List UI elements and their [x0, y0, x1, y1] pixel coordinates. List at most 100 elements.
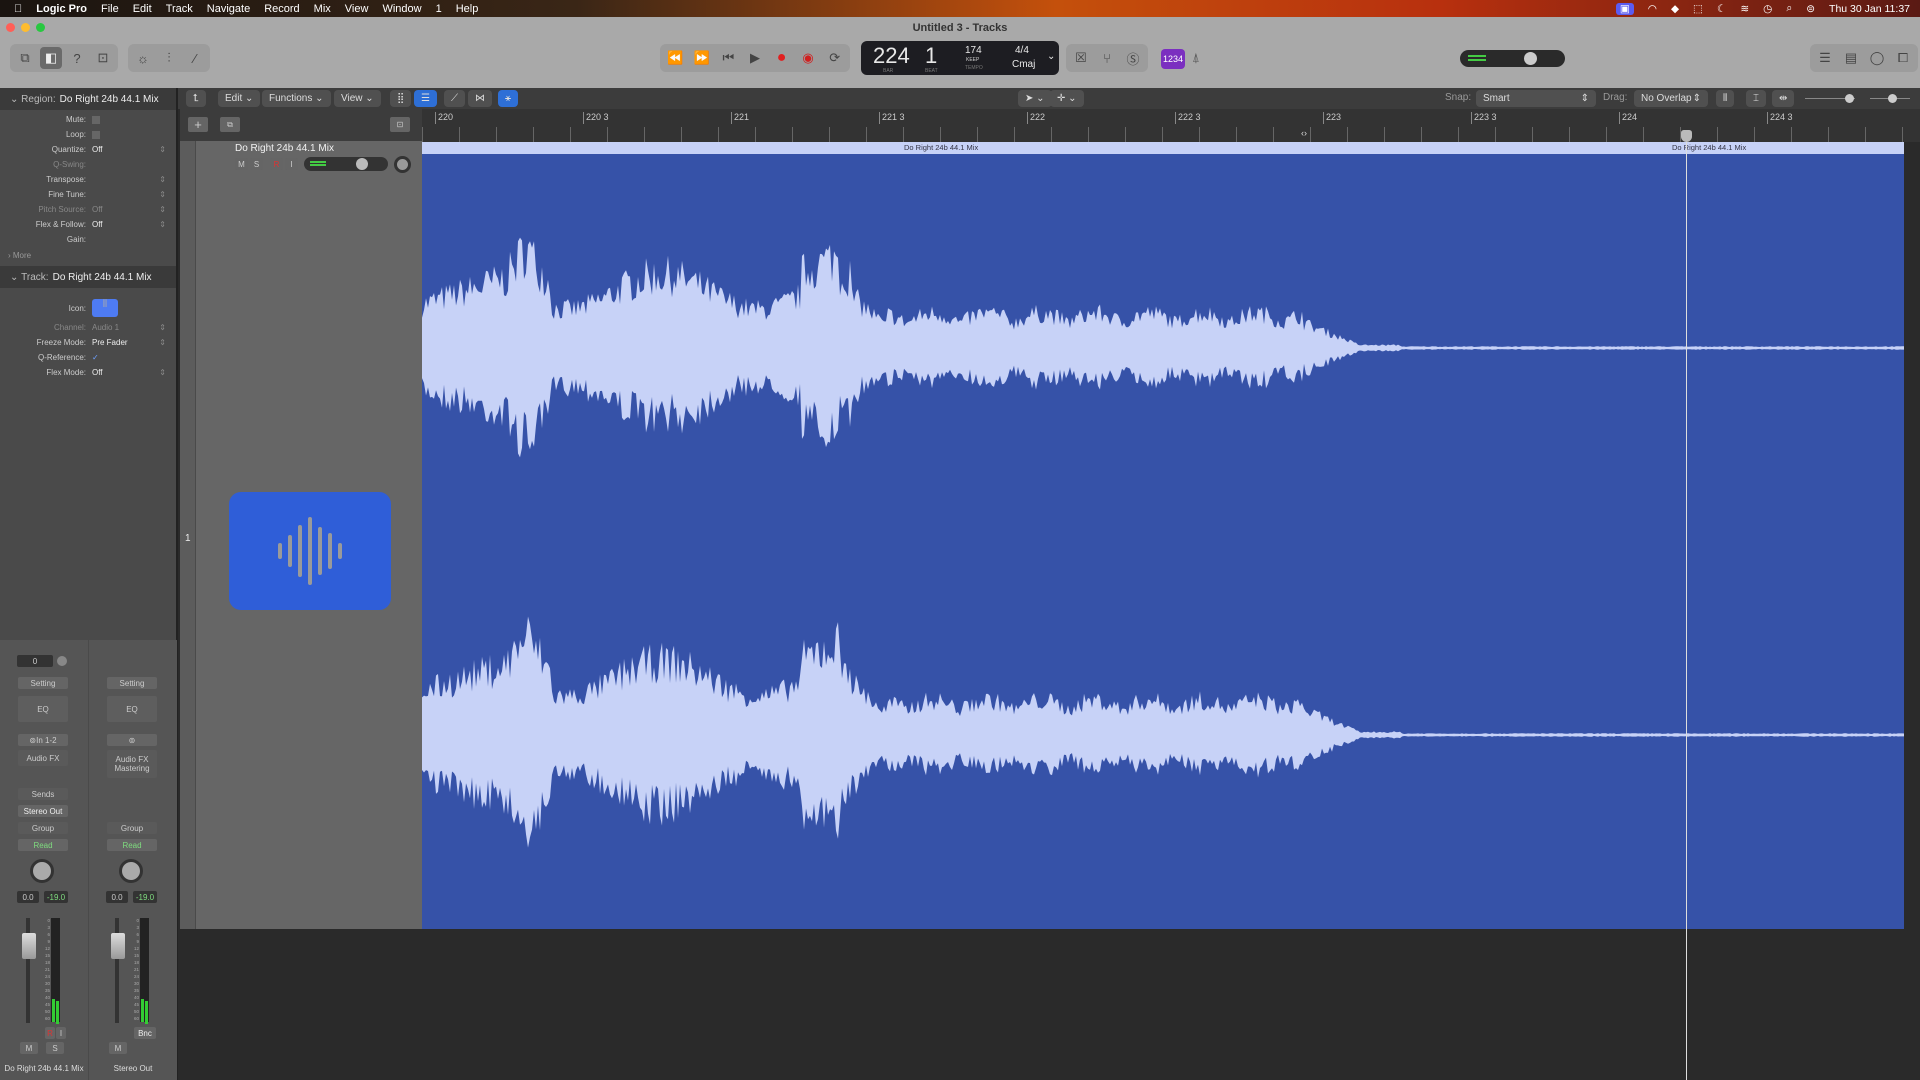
- region-param-row[interactable]: Q-Swing:: [0, 157, 176, 172]
- creative-cloud-icon[interactable]: ◠: [1648, 3, 1657, 15]
- track-inspector-header[interactable]: ⌄ Track: Do Right 24b 44.1 Mix: [0, 266, 176, 288]
- playhead[interactable]: [1681, 130, 1692, 1080]
- go-to-beginning-icon[interactable]: ⏮: [717, 47, 739, 69]
- flex-icon[interactable]: ⋈: [468, 90, 492, 107]
- record-icon[interactable]: ●: [771, 47, 793, 69]
- screen-share-icon[interactable]: ▣: [1615, 2, 1634, 15]
- menu-app[interactable]: Logic Pro: [36, 3, 87, 15]
- snap-select[interactable]: Smart ⇕: [1476, 90, 1596, 107]
- capture-recording-icon[interactable]: ◉: [797, 47, 819, 69]
- time-machine-icon[interactable]: ◷: [1763, 3, 1772, 15]
- list-editors-icon[interactable]: ☰: [1814, 47, 1836, 69]
- audio-region[interactable]: [422, 154, 1904, 929]
- input-slot[interactable]: ⊚: [107, 734, 157, 746]
- audio-fx-slot[interactable]: Audio FX: [18, 750, 68, 766]
- functions-menu[interactable]: Functions ⌄: [262, 90, 331, 107]
- track-mute-button[interactable]: M: [235, 158, 248, 170]
- track-param-row[interactable]: Flex Mode: Off ⇕: [0, 365, 176, 380]
- mute-button[interactable]: M: [109, 1042, 127, 1054]
- inspector-icon[interactable]: ◧: [40, 47, 62, 69]
- waveform-zoom-icon[interactable]: ⫴: [1716, 90, 1735, 107]
- region-param-row[interactable]: Quantize: Off ⇕: [0, 142, 176, 157]
- play-icon[interactable]: ▶: [744, 47, 766, 69]
- stepper-icon[interactable]: ⇕: [159, 190, 166, 199]
- automation-icon[interactable]: ⟋: [444, 90, 465, 107]
- track-solo-button[interactable]: S: [250, 158, 263, 170]
- replace-icon[interactable]: ☒: [1070, 47, 1092, 69]
- track-record-button[interactable]: R: [270, 158, 283, 170]
- pencil-tool-menu[interactable]: ✛ ⌄: [1050, 90, 1084, 107]
- drag-select[interactable]: No Overlap ⇕: [1634, 90, 1708, 107]
- checkbox[interactable]: [92, 115, 100, 124]
- pan-knob[interactable]: [119, 859, 143, 883]
- menu-file[interactable]: File: [101, 3, 119, 15]
- region-param-row[interactable]: Fine Tune: ⇕: [0, 187, 176, 202]
- region-param-row[interactable]: Pitch Source: Off ⇕: [0, 202, 176, 217]
- menu-record[interactable]: Record: [264, 3, 299, 15]
- track-icon-picker[interactable]: ⫴: [92, 299, 118, 317]
- solo-icon[interactable]: Ⓢ: [1122, 47, 1144, 69]
- toolbar-icon[interactable]: ⊡: [92, 47, 114, 69]
- clock[interactable]: Thu 30 Jan 11:37: [1829, 3, 1910, 15]
- editors-icon[interactable]: ∕: [184, 47, 206, 69]
- grid-icon[interactable]: ⣿: [390, 90, 412, 107]
- region-param-row[interactable]: Gain:: [0, 232, 176, 247]
- region-param-row[interactable]: Loop:: [0, 127, 176, 142]
- gain-field[interactable]: 0: [17, 655, 53, 667]
- search-icon[interactable]: ⌕: [1786, 2, 1792, 15]
- setting-button[interactable]: Setting: [18, 677, 68, 689]
- menu-edit[interactable]: Edit: [133, 3, 152, 15]
- fader-cap[interactable]: [22, 933, 36, 959]
- cycle-icon[interactable]: ⟳: [824, 47, 846, 69]
- view-menu[interactable]: View ⌄: [334, 90, 381, 107]
- vertical-fit-icon[interactable]: ⌶: [1746, 90, 1766, 107]
- fast-forward-icon[interactable]: ⏩: [691, 47, 713, 69]
- duplicate-track-icon[interactable]: ⧉: [220, 117, 240, 132]
- group-slot[interactable]: Group: [18, 822, 68, 834]
- master-volume-slider[interactable]: [1460, 50, 1565, 67]
- volume-readout[interactable]: 0.0: [106, 891, 128, 903]
- notepad-icon[interactable]: ▤: [1840, 47, 1862, 69]
- menu-track[interactable]: Track: [166, 3, 193, 15]
- gain-knob[interactable]: [57, 656, 67, 666]
- control-center-icon[interactable]: ⊜: [1806, 3, 1815, 15]
- menu-view[interactable]: View: [345, 3, 369, 15]
- group-slot[interactable]: Group: [107, 822, 157, 834]
- smart-controls-icon[interactable]: ☼: [132, 47, 154, 69]
- menu-mix[interactable]: Mix: [314, 3, 331, 15]
- record-enable-button[interactable]: R: [45, 1027, 55, 1039]
- edit-menu[interactable]: Edit ⌄: [218, 90, 261, 107]
- menu-1[interactable]: 1: [436, 3, 442, 15]
- loop-browser-icon[interactable]: ◯: [1866, 47, 1888, 69]
- timeline-ruler[interactable]: ‹› 220 220 3 221 221 3 222 222 3 223 223 3 224 22…: [422, 109, 1920, 142]
- volume-readout[interactable]: 0.0: [17, 891, 39, 903]
- stepper-icon[interactable]: ⇕: [159, 145, 166, 154]
- setting-button[interactable]: Setting: [107, 677, 157, 689]
- pointer-tool-menu[interactable]: ➤ ⌄: [1018, 90, 1052, 107]
- track-header-name[interactable]: Do Right 24b 44.1 Mix: [235, 143, 334, 154]
- horizontal-zoom-slider[interactable]: [1870, 94, 1910, 103]
- bounce-button[interactable]: Bnc: [134, 1027, 156, 1039]
- stepper-icon[interactable]: ⇕: [159, 175, 166, 184]
- stepper-icon[interactable]: ⇕: [159, 220, 166, 229]
- app-status-icon[interactable]: ◆: [1671, 3, 1679, 15]
- horizontal-fit-icon[interactable]: ⇹: [1772, 90, 1795, 107]
- track-pan-knob[interactable]: [394, 156, 411, 173]
- stepper-icon[interactable]: ⇕: [159, 323, 166, 332]
- automation-mode[interactable]: Read: [107, 839, 157, 851]
- eq-button[interactable]: EQ: [107, 696, 157, 722]
- fader-cap[interactable]: [111, 933, 125, 959]
- menu-window[interactable]: Window: [382, 3, 421, 15]
- global-tracks-icon[interactable]: ⊡: [390, 117, 410, 132]
- library-icon[interactable]: ⧉: [14, 47, 36, 69]
- count-in-button[interactable]: 1234: [1161, 49, 1185, 69]
- menu-navigate[interactable]: Navigate: [207, 3, 250, 15]
- input-monitor-button[interactable]: I: [56, 1027, 66, 1039]
- eq-button[interactable]: EQ: [18, 696, 68, 722]
- track-param-row[interactable]: Q-Reference: ✓: [0, 350, 176, 365]
- catch-playhead-icon[interactable]: ⚹: [498, 90, 518, 107]
- vertical-zoom-slider[interactable]: [1805, 94, 1855, 103]
- region-param-row[interactable]: Flex & Follow: Off ⇕: [0, 217, 176, 232]
- stepper-icon[interactable]: ⇕: [159, 368, 166, 377]
- output-slot[interactable]: Stereo Out: [18, 805, 68, 817]
